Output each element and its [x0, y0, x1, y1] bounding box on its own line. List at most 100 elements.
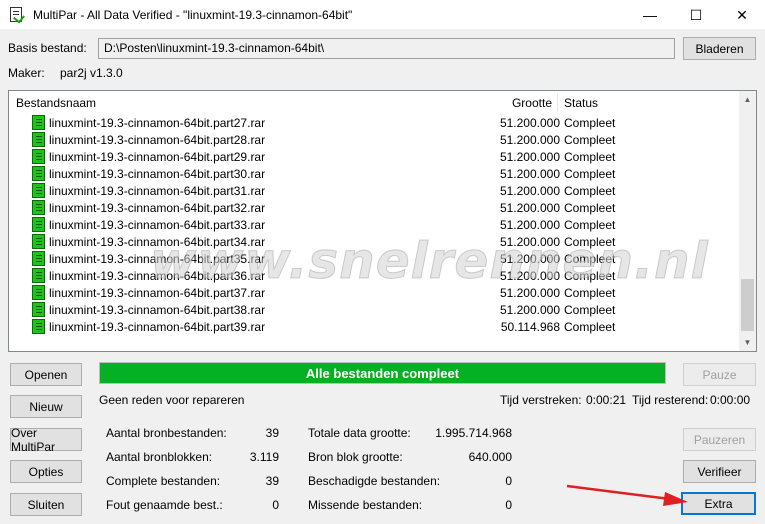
table-row[interactable]: linuxmint-19.3-cinnamon-64bit.part28.rar…	[9, 131, 740, 148]
file-status: Compleet	[564, 132, 616, 147]
table-row[interactable]: linuxmint-19.3-cinnamon-64bit.part38.rar…	[9, 301, 740, 318]
damaged-files-value: 0	[505, 474, 512, 488]
file-status: Compleet	[564, 302, 616, 317]
file-ok-icon	[32, 268, 45, 283]
maker-label: Maker:	[8, 66, 45, 80]
table-row[interactable]: linuxmint-19.3-cinnamon-64bit.part32.rar…	[9, 199, 740, 216]
total-size-value: 1.995.714.968	[435, 426, 512, 440]
file-name: linuxmint-19.3-cinnamon-64bit.part33.rar	[49, 217, 266, 232]
file-name: linuxmint-19.3-cinnamon-64bit.part38.rar	[49, 302, 266, 317]
table-row[interactable]: linuxmint-19.3-cinnamon-64bit.part29.rar…	[9, 148, 740, 165]
table-row[interactable]: linuxmint-19.3-cinnamon-64bit.part39.rar…	[9, 318, 740, 335]
file-name: linuxmint-19.3-cinnamon-64bit.part35.rar	[49, 251, 266, 266]
file-name: linuxmint-19.3-cinnamon-64bit.part30.rar	[49, 166, 266, 181]
file-size: 51.200.000	[499, 149, 560, 164]
file-name: linuxmint-19.3-cinnamon-64bit.part28.rar	[49, 132, 266, 147]
table-row[interactable]: linuxmint-19.3-cinnamon-64bit.part36.rar…	[9, 267, 740, 284]
title-bar: MultiPar - All Data Verified - "linuxmin…	[0, 0, 765, 30]
file-ok-icon	[32, 234, 45, 249]
file-name: linuxmint-19.3-cinnamon-64bit.part37.rar	[49, 285, 266, 300]
basis-path-field[interactable]: D:\Posten\linuxmint-19.3-cinnamon-64bit\	[98, 38, 675, 59]
pause-repair-button[interactable]: Pauzeren	[683, 428, 756, 451]
file-ok-icon	[32, 251, 45, 266]
column-header-size[interactable]: Grootte	[512, 96, 552, 110]
table-row[interactable]: linuxmint-19.3-cinnamon-64bit.part33.rar…	[9, 216, 740, 233]
new-button[interactable]: Nieuw	[10, 395, 82, 418]
file-size: 51.200.000	[499, 166, 560, 181]
file-ok-icon	[32, 217, 45, 232]
file-ok-icon	[32, 132, 45, 147]
file-status: Compleet	[564, 149, 616, 164]
source-blocks-value: 3.119	[249, 450, 279, 464]
file-ok-icon	[32, 115, 45, 130]
status-message: Geen reden voor repareren	[99, 393, 245, 407]
file-size: 51.200.000	[499, 217, 560, 232]
verify-button[interactable]: Verifieer	[683, 460, 756, 483]
options-button[interactable]: Opties	[10, 460, 82, 483]
file-name: linuxmint-19.3-cinnamon-64bit.part39.rar	[49, 319, 266, 334]
vertical-scrollbar[interactable]: ▲ ▼	[739, 91, 756, 351]
file-size: 51.200.000	[499, 268, 560, 283]
browse-button[interactable]: Bladeren	[683, 37, 756, 60]
file-size: 51.200.000	[499, 234, 560, 249]
extra-button[interactable]: Extra	[681, 492, 756, 515]
table-row[interactable]: linuxmint-19.3-cinnamon-64bit.part34.rar…	[9, 233, 740, 250]
table-row[interactable]: linuxmint-19.3-cinnamon-64bit.part30.rar…	[9, 165, 740, 182]
annotation-arrow-icon	[566, 484, 688, 506]
file-rows: linuxmint-19.3-cinnamon-64bit.part27.rar…	[9, 114, 740, 335]
file-name: linuxmint-19.3-cinnamon-64bit.part32.rar	[49, 200, 266, 215]
file-status: Compleet	[564, 217, 616, 232]
table-row[interactable]: linuxmint-19.3-cinnamon-64bit.part31.rar…	[9, 182, 740, 199]
file-status: Compleet	[564, 268, 616, 283]
misnamed-files-label: Fout genaamde best.:	[106, 498, 223, 512]
scroll-up-icon[interactable]: ▲	[739, 91, 756, 108]
file-status: Compleet	[564, 234, 616, 249]
maker-value: par2j v1.3.0	[60, 66, 123, 80]
elapsed-value: 0:00:21	[586, 393, 627, 407]
file-ok-icon	[32, 302, 45, 317]
file-size: 51.200.000	[499, 200, 560, 215]
file-name: linuxmint-19.3-cinnamon-64bit.part31.rar	[49, 183, 266, 198]
file-status: Compleet	[564, 319, 616, 334]
file-ok-icon	[32, 149, 45, 164]
misnamed-files-value: 0	[272, 498, 279, 512]
maximize-button[interactable]: ☐	[673, 0, 719, 30]
file-size: 51.200.000	[499, 115, 560, 130]
complete-files-value: 39	[265, 474, 279, 488]
file-status: Compleet	[564, 285, 616, 300]
missing-files-label: Missende bestanden:	[308, 498, 423, 512]
column-header-name[interactable]: Bestandsnaam	[16, 96, 96, 110]
file-status: Compleet	[564, 200, 616, 215]
block-size-value: 640.000	[468, 450, 512, 464]
table-row[interactable]: linuxmint-19.3-cinnamon-64bit.part27.rar…	[9, 114, 740, 131]
table-row[interactable]: linuxmint-19.3-cinnamon-64bit.part37.rar…	[9, 284, 740, 301]
file-name: linuxmint-19.3-cinnamon-64bit.part36.rar	[49, 268, 266, 283]
file-status: Compleet	[564, 115, 616, 130]
source-files-value: 39	[265, 426, 279, 440]
complete-files-label: Complete bestanden:	[106, 474, 221, 488]
column-header-status[interactable]: Status	[564, 96, 598, 110]
file-status: Compleet	[564, 183, 616, 198]
about-button[interactable]: Over MultiPar	[10, 426, 82, 454]
progress-bar: Alle bestanden compleet	[99, 362, 666, 384]
open-button[interactable]: Openen	[10, 363, 82, 386]
file-ok-icon	[32, 319, 45, 334]
scrollbar-thumb[interactable]	[741, 279, 754, 331]
file-size: 51.200.000	[499, 132, 560, 147]
minimize-button[interactable]: —	[627, 0, 673, 30]
file-list[interactable]: Bestandsnaam Grootte Status linuxmint-19…	[8, 90, 757, 352]
source-files-label: Aantal bronbestanden:	[106, 426, 227, 440]
file-ok-icon	[32, 285, 45, 300]
close-window-button[interactable]: ✕	[719, 0, 765, 30]
pause-button[interactable]: Pauze	[683, 363, 756, 386]
multipar-app-icon	[9, 6, 25, 24]
elapsed-label: Tijd verstreken:	[500, 393, 582, 407]
file-ok-icon	[32, 183, 45, 198]
scroll-down-icon[interactable]: ▼	[739, 334, 756, 351]
file-name: linuxmint-19.3-cinnamon-64bit.part27.rar	[49, 115, 266, 130]
table-row[interactable]: linuxmint-19.3-cinnamon-64bit.part35.rar…	[9, 250, 740, 267]
file-status: Compleet	[564, 251, 616, 266]
file-size: 51.200.000	[499, 183, 560, 198]
file-size: 50.114.968	[500, 319, 560, 334]
close-app-button[interactable]: Sluiten	[10, 493, 82, 516]
